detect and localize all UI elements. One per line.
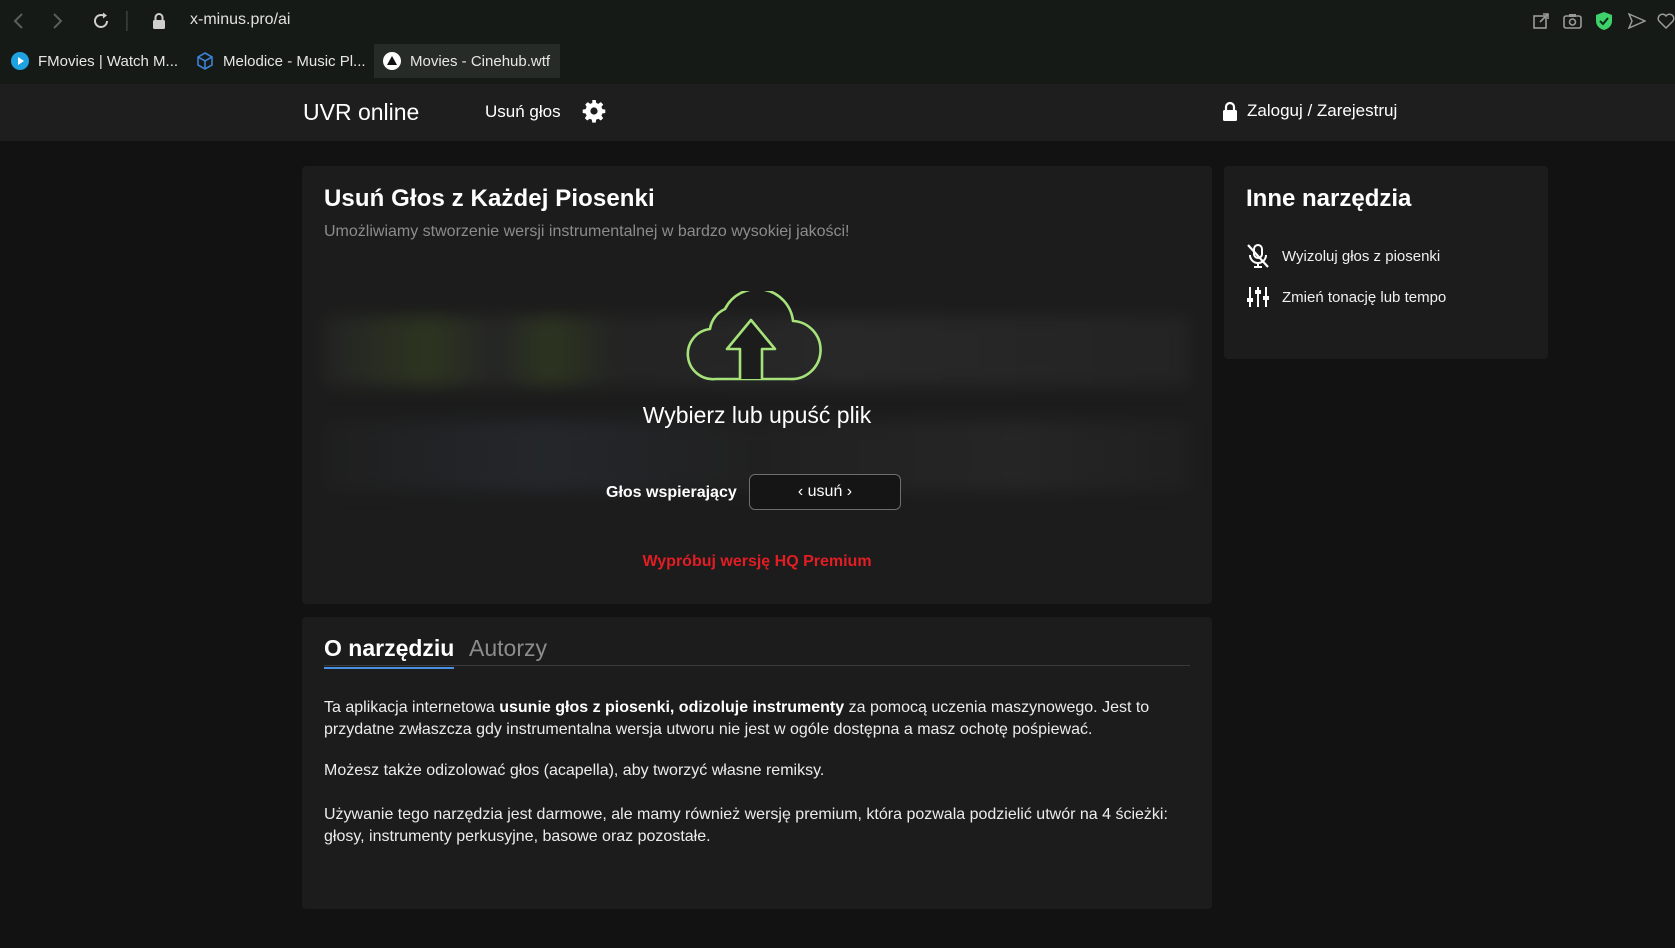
login-label: Zaloguj / Zarejestruj: [1247, 101, 1398, 120]
forward-icon[interactable]: [46, 10, 68, 32]
brand-logo[interactable]: UVR online: [303, 99, 419, 126]
vocal-remover-card: Usuń Głos z Każdej Piosenki Umożliwiamy …: [302, 166, 1212, 604]
shield-check-icon[interactable]: [1593, 10, 1615, 32]
page-title: Usuń Głos z Każdej Piosenki: [324, 185, 655, 212]
sliders-icon: [1244, 284, 1272, 310]
tool-label: Zmień tonację lub tempo: [1282, 288, 1447, 306]
gear-icon[interactable]: [582, 99, 606, 123]
tool-change-pitch-tempo[interactable]: Zmień tonację lub tempo: [1244, 284, 1446, 310]
tab-authors[interactable]: Autorzy: [469, 635, 547, 662]
cloud-upload-icon[interactable]: [680, 287, 822, 388]
triangle-icon: [382, 51, 402, 71]
about-paragraph-3: Używanie tego narzędzia jest darmowe, al…: [324, 806, 1168, 845]
heart-icon[interactable]: [1655, 10, 1675, 32]
back-icon[interactable]: [8, 10, 30, 32]
bookmark-melodice[interactable]: Melodice - Music Pl...: [195, 44, 366, 78]
lock-icon[interactable]: [148, 10, 170, 32]
address-bar-row: x-minus.pro/ai: [0, 0, 1675, 42]
bookmark-fmovies[interactable]: FMovies | Watch M...: [10, 44, 178, 78]
share-icon[interactable]: [1530, 10, 1552, 32]
camera-icon[interactable]: [1561, 10, 1583, 32]
bookmarks-bar: FMovies | Watch M... Melodice - Music Pl…: [0, 42, 1675, 80]
login-link[interactable]: Zaloguj / Zarejestruj: [1222, 101, 1397, 121]
other-tools-card: Inne narzędzia Wyizoluj głos z piosenki …: [1224, 166, 1548, 359]
mic-off-icon: [1244, 243, 1272, 269]
cube-icon: [195, 51, 215, 71]
backing-vocal-select[interactable]: ‹ usuń ›: [749, 474, 901, 510]
send-icon[interactable]: [1626, 10, 1648, 32]
tool-label: Wyizoluj głos z piosenki: [1282, 247, 1441, 265]
reload-icon[interactable]: [90, 10, 112, 32]
lock-icon: [1223, 101, 1237, 121]
url-separator: [126, 11, 128, 31]
about-card: O narzędziu Autorzy Ta aplikacja interne…: [302, 617, 1212, 909]
about-paragraph-2: Możesz także odizolować głos (acapella),…: [324, 762, 825, 779]
site-header: UVR online Usuń głos Zaloguj / Zarejestr…: [0, 84, 1675, 141]
bookmark-label: Melodice - Music Pl...: [223, 52, 366, 70]
about-paragraph-1: Ta aplikacja internetowa usunie głos z p…: [324, 697, 1184, 741]
browser-chrome: x-minus.pro/ai FMovies | Watch M... Melo…: [0, 0, 1675, 84]
about-text-bold: usunie głos z piosenki, odizoluje instru…: [499, 699, 845, 716]
url-text[interactable]: x-minus.pro/ai: [190, 11, 290, 29]
page-subtitle: Umożliwiamy stworzenie wersji instrument…: [324, 223, 850, 240]
premium-link[interactable]: Wypróbuj wersję HQ Premium: [302, 553, 1212, 571]
about-tabs: O narzędziu Autorzy: [324, 635, 1190, 669]
tool-isolate-vocals[interactable]: Wyizoluj głos z piosenki: [1244, 243, 1440, 269]
other-tools-title: Inne narzędzia: [1246, 185, 1412, 212]
bookmark-cinehub[interactable]: Movies - Cinehub.wtf: [374, 44, 560, 78]
bookmark-label: Movies - Cinehub.wtf: [410, 52, 551, 70]
file-drop-label[interactable]: Wybierz lub upuść plik: [302, 402, 1212, 429]
tab-about[interactable]: O narzędziu: [324, 635, 455, 669]
play-circle-icon: [10, 51, 30, 71]
backing-vocal-label: Głos wspierający: [606, 484, 737, 501]
nav-remove-vocals[interactable]: Usuń głos: [485, 102, 561, 122]
about-text: Ta aplikacja internetowa: [324, 699, 500, 716]
bookmark-label: FMovies | Watch M...: [38, 52, 179, 70]
